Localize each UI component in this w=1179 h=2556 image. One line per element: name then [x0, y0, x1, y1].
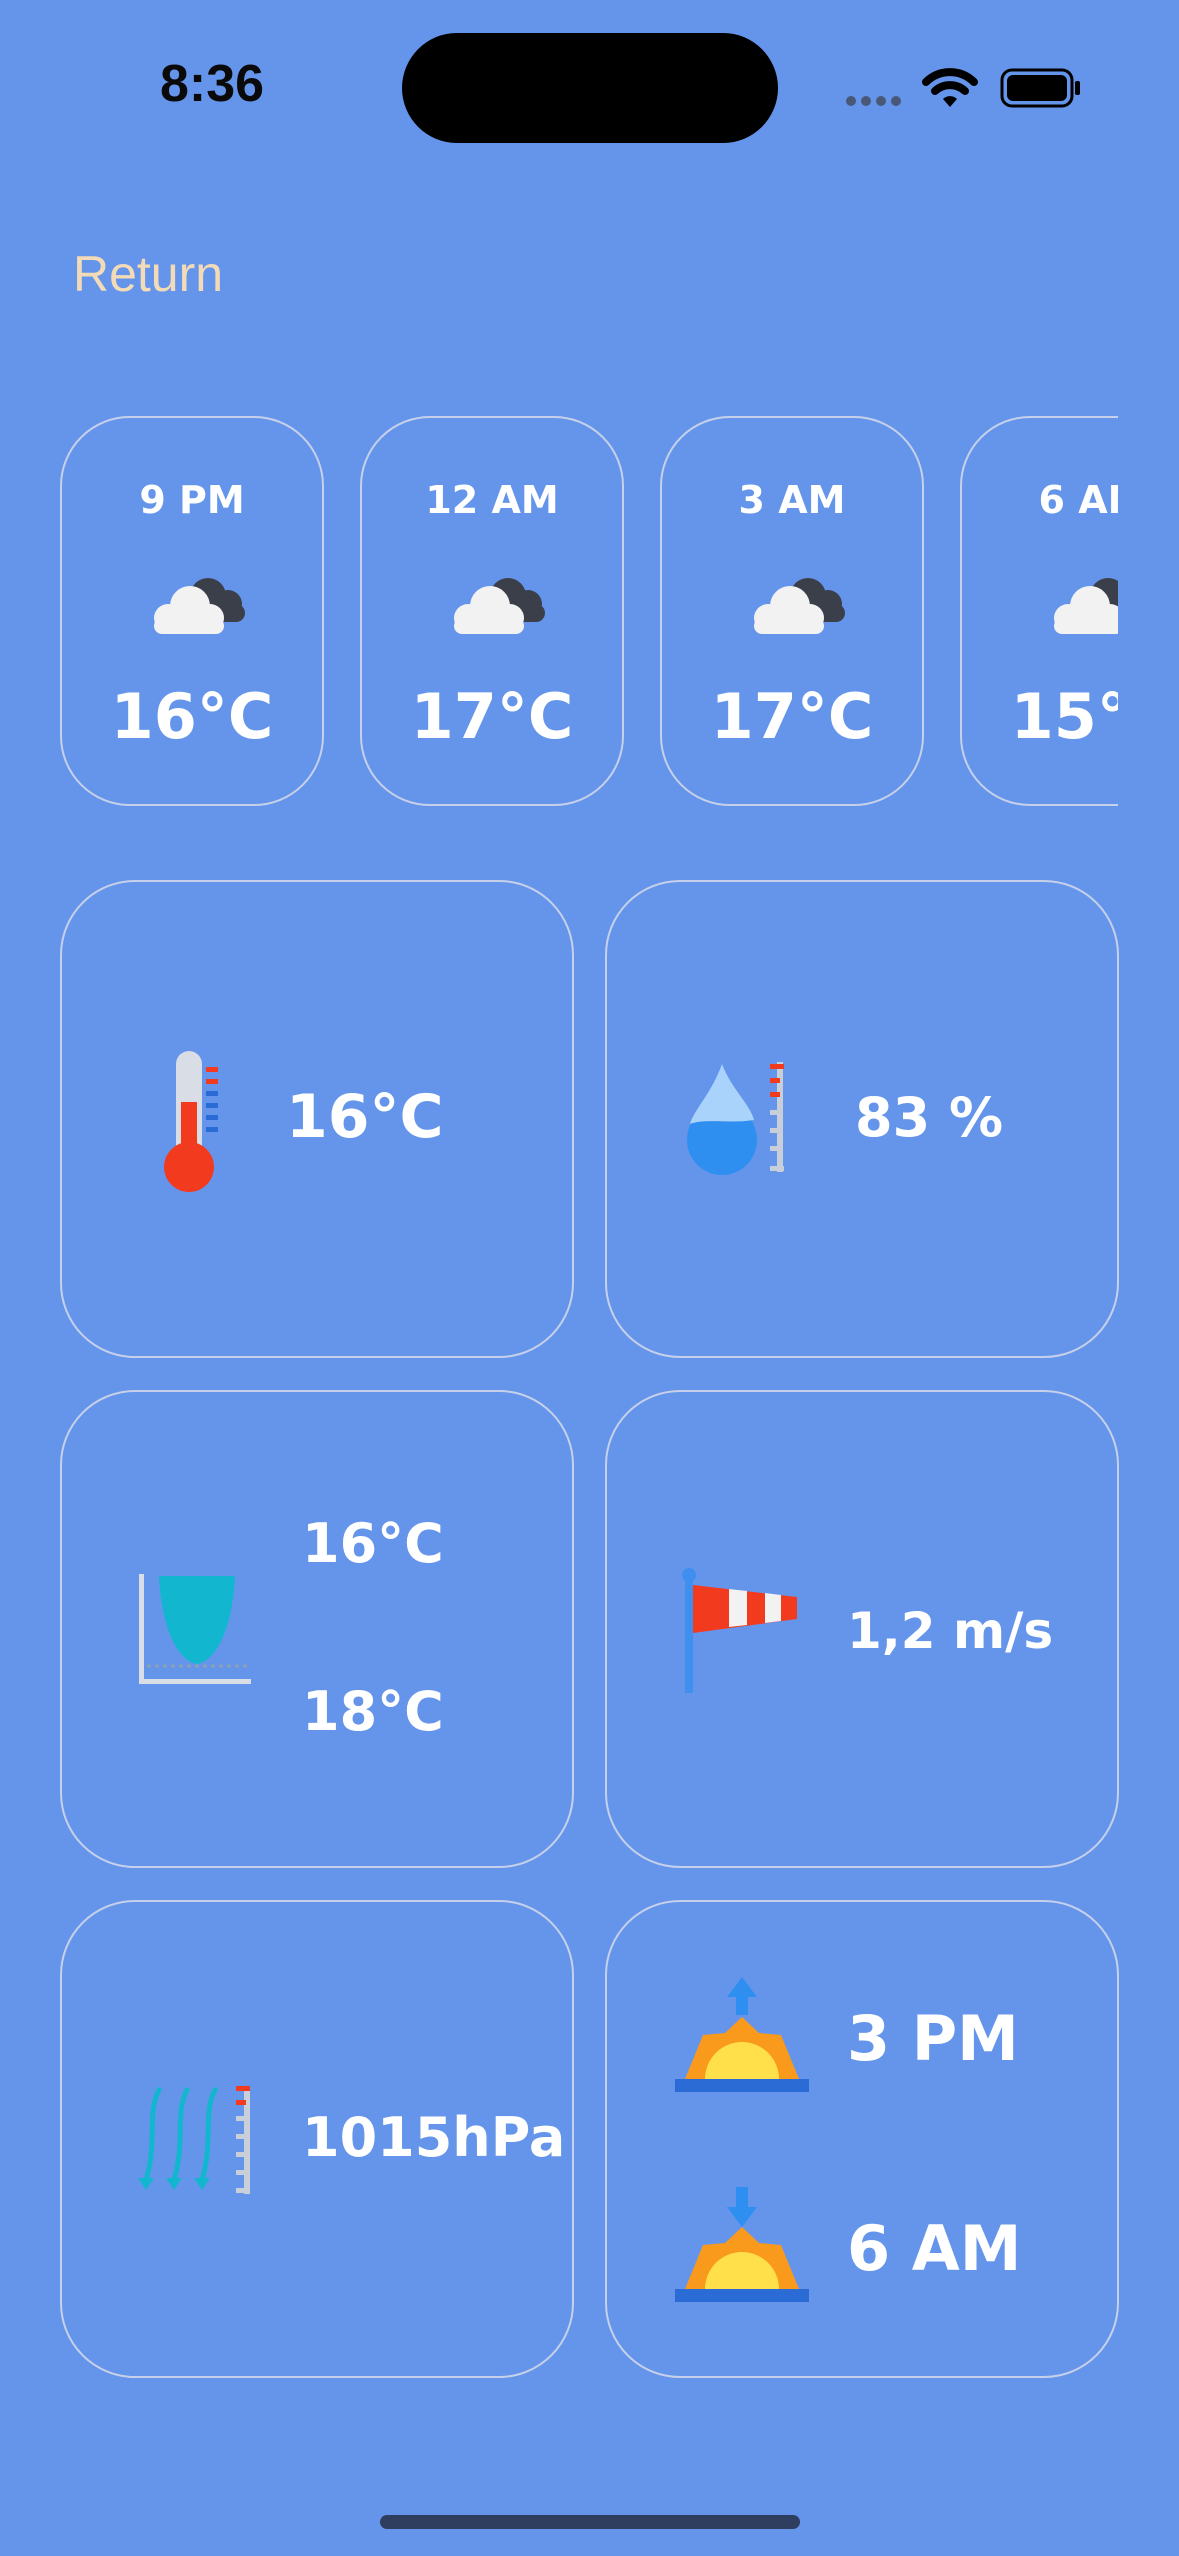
- hourly-card: 3 AM 17°C: [660, 416, 924, 806]
- cloudy-icon: [1054, 578, 1118, 634]
- temperature-range-icon: [139, 1574, 251, 1684]
- hour-temp: 15°C: [1010, 680, 1118, 753]
- hour-temp: 17°C: [410, 680, 574, 753]
- thermometer-icon: [164, 1051, 218, 1192]
- hourly-forecast-list[interactable]: 9 PM 16°C 12 AM 17°C 3 AM 17°C 6 AM: [58, 412, 1118, 812]
- temperature-range-tile: 16°C 18°C: [60, 1390, 574, 1868]
- hourly-card: 9 PM 16°C: [60, 416, 324, 806]
- hour-temp: 16°C: [110, 680, 274, 753]
- hour-label: 6 AM: [1038, 478, 1118, 522]
- sunset-icon: [675, 2187, 809, 2302]
- windsock-icon: [682, 1568, 797, 1693]
- humidity-value: 83 %: [855, 1086, 1004, 1149]
- home-indicator[interactable]: [380, 2515, 800, 2529]
- cloudy-icon: [754, 578, 845, 634]
- cloudy-icon: [154, 578, 245, 634]
- hourly-card: 6 AM 15°C: [960, 416, 1118, 806]
- wifi-icon: [922, 68, 978, 107]
- sunrise-value: 3 PM: [847, 2002, 1019, 2075]
- cloudy-icon: [454, 578, 545, 634]
- hour-label: 12 AM: [425, 478, 559, 522]
- hour-label: 3 AM: [738, 478, 846, 522]
- humidity-tile: 83 %: [605, 880, 1119, 1358]
- sun-times-tile: 3 PM 6 AM: [605, 1900, 1119, 2378]
- sunset-value: 6 AM: [847, 2212, 1022, 2285]
- hour-temp: 17°C: [710, 680, 874, 753]
- pressure-icon: [138, 2086, 250, 2194]
- temperature-tile: 16°C: [60, 880, 574, 1358]
- wind-value: 1,2 m/s: [847, 1602, 1054, 1660]
- max-temp-value: 18°C: [302, 1680, 444, 1743]
- humidity-icon: [687, 1062, 784, 1175]
- sunrise-icon: [675, 1977, 809, 2092]
- dynamic-island: [402, 33, 778, 143]
- pressure-tile: 1015hPa: [60, 1900, 574, 2378]
- return-button[interactable]: Return: [73, 245, 223, 303]
- status-time: 8:36: [160, 55, 265, 113]
- pressure-value: 1015hPa: [302, 2106, 566, 2169]
- hourly-card: 12 AM 17°C: [360, 416, 624, 806]
- min-temp-value: 16°C: [302, 1512, 444, 1575]
- wind-tile: 1,2 m/s: [605, 1390, 1119, 1868]
- hour-label: 9 PM: [139, 478, 245, 522]
- temperature-value: 16°C: [286, 1082, 444, 1152]
- battery-icon: [1000, 68, 1080, 108]
- signal-dots-icon: [846, 96, 901, 106]
